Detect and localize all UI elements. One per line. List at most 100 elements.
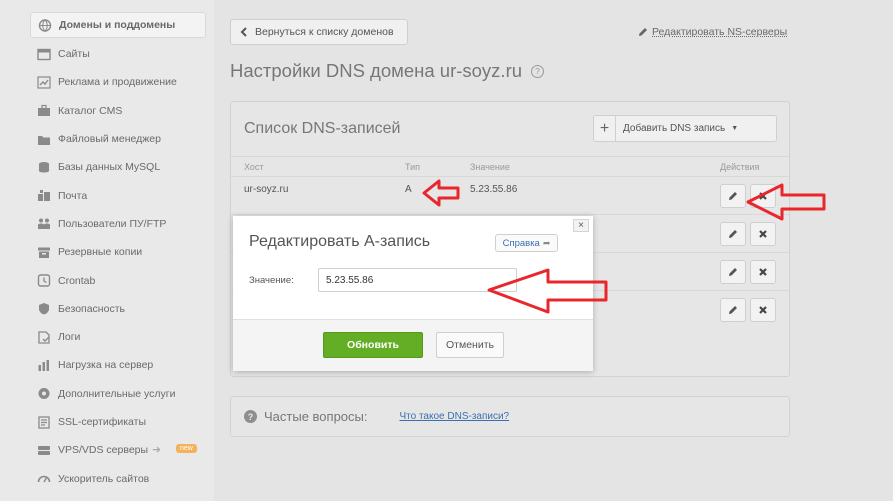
- clock-icon: [37, 274, 51, 287]
- table-row: ur-soyz.ru A 5.23.55.86: [231, 176, 789, 214]
- speedometer-icon: [37, 472, 51, 485]
- sidebar-item[interactable]: Файловый менеджер: [0, 125, 214, 153]
- column-type: Тип: [405, 162, 421, 172]
- sidebar-item-label: Crontab: [58, 274, 96, 287]
- column-host: Хост: [244, 162, 264, 172]
- sidebar-item-label: VPS/VDS серверы: [58, 444, 149, 457]
- close-icon: [759, 306, 767, 314]
- plus-icon: +: [594, 116, 616, 141]
- sidebar-item-label: Сайты: [58, 48, 90, 61]
- update-button[interactable]: Обновить: [323, 332, 423, 358]
- faq-title: Частые вопросы:: [264, 409, 368, 424]
- arrow-right-icon: ➜: [152, 444, 161, 457]
- sidebar-item[interactable]: SSL-сертификаты: [0, 408, 214, 436]
- faq-link-dns[interactable]: Что такое DNS-записи?: [399, 411, 509, 422]
- gear-icon: [37, 387, 51, 400]
- column-actions: Действия: [720, 162, 760, 172]
- sidebar-item[interactable]: Логи: [0, 323, 214, 351]
- help-button-label: Справка: [502, 237, 540, 249]
- add-dns-record-button[interactable]: + Добавить DNS запись ▼: [593, 115, 777, 142]
- back-to-domains-button[interactable]: Вернуться к списку доменов: [230, 19, 408, 45]
- caret-down-icon: ▼: [731, 125, 739, 132]
- delete-record-button[interactable]: [750, 298, 776, 322]
- value-input[interactable]: [318, 268, 517, 292]
- close-icon: [759, 192, 767, 200]
- server-icon: [37, 444, 51, 457]
- sidebar-item-label: Резервные копии: [58, 246, 143, 259]
- delete-record-button[interactable]: [750, 184, 776, 208]
- sidebar-item[interactable]: Каталог CMS: [0, 97, 214, 125]
- archive-icon: [37, 246, 51, 259]
- database-icon: [37, 161, 51, 174]
- dns-panel-title: Список DNS-записей: [244, 120, 401, 137]
- faq-panel: ? Частые вопросы: Что такое DNS-записи?: [230, 396, 790, 437]
- users-icon: [37, 217, 51, 230]
- page-title-text: Настройки DNS домена ur-soyz.ru: [230, 60, 523, 81]
- edit-a-record-dialog: × Редактировать А-запись Справка ➦ Значе…: [233, 216, 593, 371]
- add-dns-label: Добавить DNS запись: [623, 123, 726, 134]
- cell-host: ur-soyz.ru: [244, 184, 289, 195]
- edit-record-button[interactable]: [720, 260, 746, 284]
- sidebar-item[interactable]: Резервные копии: [0, 238, 214, 266]
- sidebar-item-label: Реклама и продвижение: [58, 76, 177, 89]
- edit-record-button[interactable]: [720, 298, 746, 322]
- help-icon[interactable]: ?: [531, 64, 545, 78]
- sidebar-item[interactable]: VPS/VDS серверы ➜ new: [0, 436, 214, 464]
- window-icon: [37, 48, 51, 61]
- bar-chart-icon: [37, 359, 51, 372]
- sidebar-item-label: Файловый менеджер: [58, 133, 161, 146]
- cancel-button[interactable]: Отменить: [436, 332, 504, 358]
- dialog-footer: Обновить Отменить: [233, 319, 593, 371]
- table-header: Хост Тип Значение Действия: [231, 156, 789, 176]
- new-badge: new: [176, 444, 197, 454]
- chart-icon: [37, 76, 51, 89]
- folder-icon: [37, 133, 51, 146]
- page-title: Настройки DNS домена ur-soyz.ru ?: [230, 60, 545, 82]
- value-label: Значение:: [249, 275, 294, 286]
- sidebar-item[interactable]: Безопасность: [0, 295, 214, 323]
- shield-icon: [37, 302, 51, 315]
- pencil-icon: [639, 28, 647, 36]
- sidebar-item[interactable]: Crontab: [0, 266, 214, 294]
- back-button-label: Вернуться к списку доменов: [255, 26, 394, 38]
- ns-link-label: Редактировать NS-серверы: [652, 26, 788, 38]
- sidebar-item-label: Нагрузка на сервер: [58, 359, 154, 372]
- sidebar-item-label: SSL-сертификаты: [58, 416, 147, 428]
- edit-record-button[interactable]: [720, 184, 746, 208]
- cell-value: 5.23.55.86: [470, 184, 518, 195]
- help-button[interactable]: Справка ➦: [495, 234, 558, 252]
- sidebar-item-label: Базы данных MySQL: [58, 161, 161, 174]
- chevron-left-icon: [240, 27, 247, 37]
- sidebar-item[interactable]: Почта: [0, 181, 214, 209]
- delete-record-button[interactable]: [750, 260, 776, 284]
- sidebar-item-label: Дополнительные услуги: [58, 387, 176, 400]
- column-value: Значение: [470, 162, 510, 172]
- edit-ns-servers-link[interactable]: Редактировать NS-серверы: [638, 26, 787, 38]
- sidebar-item[interactable]: Пользователи ПУ/FTP: [0, 210, 214, 238]
- sidebar-item[interactable]: Базы данных MySQL: [0, 153, 214, 181]
- cell-type: A: [405, 184, 412, 195]
- certificate-icon: [37, 415, 51, 429]
- close-icon[interactable]: ×: [573, 219, 589, 232]
- sidebar-item[interactable]: Нагрузка на сервер: [0, 351, 214, 379]
- sidebar-item[interactable]: Дополнительные услуги: [0, 380, 214, 408]
- sidebar-item-label: Пользователи ПУ/FTP: [58, 217, 167, 230]
- sidebar-item[interactable]: Сайты: [0, 40, 214, 68]
- share-arrow-icon: ➦: [542, 237, 551, 248]
- sidebar-item-label: Каталог CMS: [58, 104, 123, 117]
- mailbox-icon: [37, 189, 51, 202]
- pencil-icon: [729, 306, 737, 314]
- sidebar-item-label: Логи: [58, 331, 81, 344]
- pencil-icon: [729, 230, 737, 238]
- dialog-title: Редактировать А-запись: [249, 233, 431, 250]
- pencil-icon: [729, 268, 737, 276]
- sidebar-item[interactable]: Реклама и продвижение: [0, 68, 214, 96]
- close-icon: [759, 230, 767, 238]
- question-icon: ?: [244, 410, 257, 423]
- sidebar-item[interactable]: Домены и поддомены: [30, 12, 206, 38]
- delete-record-button[interactable]: [750, 222, 776, 246]
- edit-record-button[interactable]: [720, 222, 746, 246]
- sidebar-item[interactable]: Ускоритель сайтов: [0, 464, 214, 492]
- sidebar-item-label: Ускоритель сайтов: [58, 472, 150, 485]
- pencil-icon: [729, 192, 737, 200]
